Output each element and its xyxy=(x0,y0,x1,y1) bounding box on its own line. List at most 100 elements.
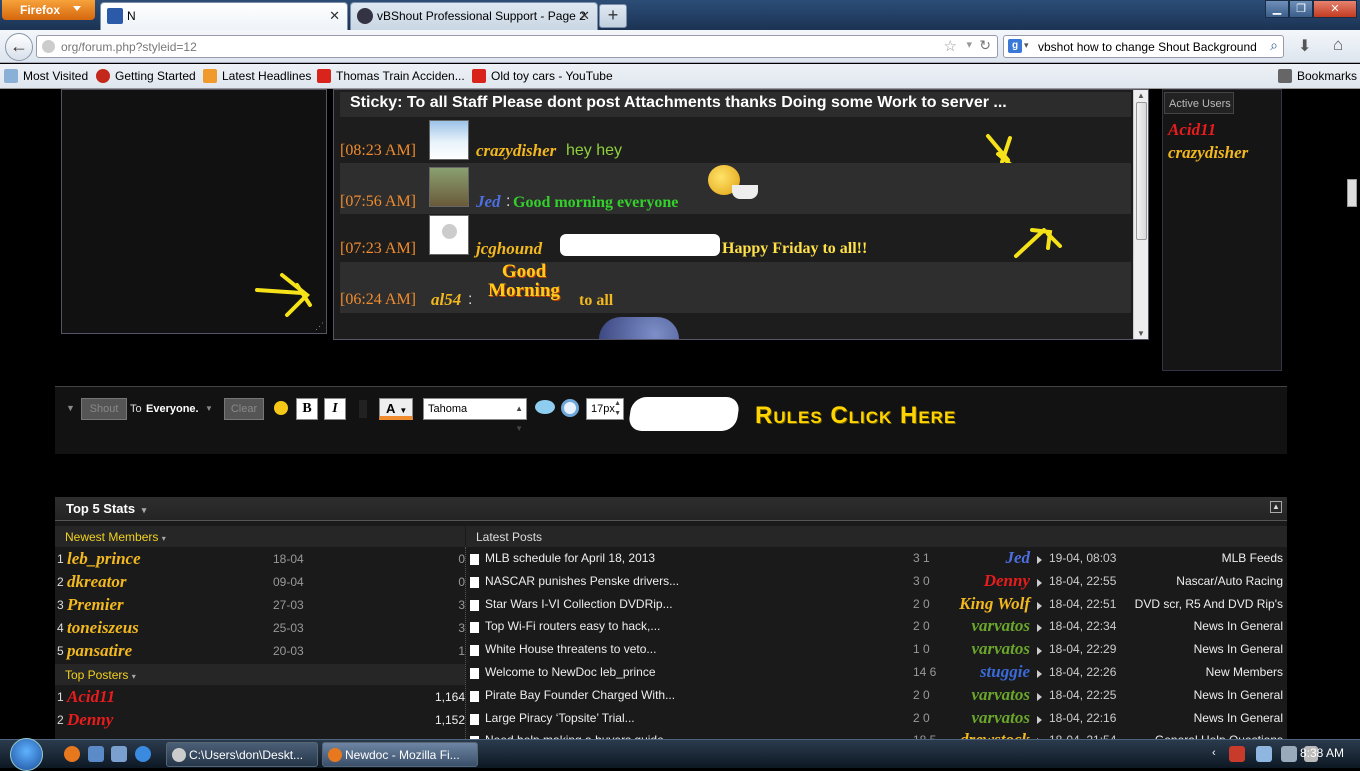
bookmark-latest-headlines[interactable]: Latest Headlines xyxy=(203,69,311,83)
bookmark-getting-started[interactable]: Getting Started xyxy=(96,69,196,83)
shout-username[interactable]: al54 xyxy=(431,290,461,310)
start-button[interactable] xyxy=(10,738,43,771)
rules-link[interactable]: Rules Click Here xyxy=(755,402,956,430)
shout-username[interactable]: Jed xyxy=(476,192,501,212)
show-desktop-icon[interactable] xyxy=(88,746,104,762)
bookmark-old-toy-cars[interactable]: Old toy cars - YouTube xyxy=(472,69,613,83)
close-window-button[interactable]: ✕ xyxy=(1313,0,1357,18)
go-to-post-icon[interactable] xyxy=(1037,647,1042,656)
system-clock[interactable]: 8:38 AM xyxy=(1300,746,1344,760)
top-posters-header[interactable]: Top Posters ▾ xyxy=(55,664,465,685)
post-title-link[interactable]: Pirate Bay Founder Charged With... xyxy=(485,688,675,702)
page-scrollbar[interactable] xyxy=(1343,89,1360,739)
poster-name[interactable]: Acid11 xyxy=(67,687,115,707)
chevron-down-icon[interactable]: ▼ xyxy=(66,403,75,413)
shout-username[interactable]: crazydisher xyxy=(476,141,556,161)
post-author[interactable]: varvatos xyxy=(971,685,1030,705)
avatar[interactable] xyxy=(429,215,469,255)
clear-button[interactable]: Clear xyxy=(224,398,264,420)
member-name[interactable]: leb_prince xyxy=(67,549,141,569)
forum-link[interactable]: News In General xyxy=(1194,711,1283,725)
forum-link[interactable]: News In General xyxy=(1194,688,1283,702)
chevron-down-icon[interactable]: ▼ xyxy=(205,404,213,413)
bookmark-star-icon[interactable]: ☆ xyxy=(944,37,957,55)
bookmark-most-visited[interactable]: Most Visited xyxy=(4,69,88,83)
taskbar-item-firefox[interactable]: Newdoc - Mozilla Fi... xyxy=(322,742,478,767)
forum-link[interactable]: News In General xyxy=(1194,642,1283,656)
google-icon[interactable]: g xyxy=(1008,39,1022,53)
shoutbox-scrollbar[interactable]: ▲ ▼ xyxy=(1133,90,1148,339)
chevron-down-icon[interactable]: ▾ xyxy=(1024,40,1029,51)
font-family-select[interactable]: Tahoma ▲ ▼ xyxy=(423,398,527,433)
post-author[interactable]: varvatos xyxy=(971,708,1030,728)
member-name[interactable]: dkreator xyxy=(67,572,127,592)
post-author[interactable]: stuggie xyxy=(980,662,1030,682)
page-scrollbar-thumb[interactable] xyxy=(1347,179,1357,207)
go-to-post-icon[interactable] xyxy=(1037,556,1042,564)
url-bar[interactable]: org/forum.php?styleid=12 ☆ ▾ ↻ xyxy=(36,35,998,58)
reload-icon[interactable]: ↻ xyxy=(979,37,991,54)
chevron-down-icon[interactable]: ▾ xyxy=(142,505,147,515)
shout-button[interactable]: Shout xyxy=(81,398,127,420)
home-icon[interactable]: ⌂ xyxy=(1333,35,1343,55)
active-users-title[interactable]: Active Users xyxy=(1164,92,1234,114)
forum-link[interactable]: Nascar/Auto Racing xyxy=(1176,574,1283,588)
post-author[interactable]: Denny xyxy=(984,571,1030,591)
minimize-button[interactable]: ▁ xyxy=(1265,0,1289,18)
resize-grip-icon[interactable]: ⋰ xyxy=(315,321,324,332)
forum-link[interactable]: DVD scr, R5 And DVD Rip's xyxy=(1135,597,1283,611)
refresh-icon[interactable] xyxy=(561,399,579,417)
active-user[interactable]: Acid11 xyxy=(1168,120,1216,140)
bold-button[interactable]: B xyxy=(296,398,318,420)
smilies-icon[interactable] xyxy=(274,401,288,415)
chevron-left-icon[interactable]: ‹ xyxy=(1212,747,1216,759)
download-icon[interactable]: ⬇ xyxy=(1298,36,1311,56)
active-user[interactable]: crazydisher xyxy=(1168,143,1248,163)
switch-windows-icon[interactable] xyxy=(111,746,127,762)
scroll-up-icon[interactable]: ▲ xyxy=(1137,91,1145,100)
internet-explorer-icon[interactable] xyxy=(135,746,151,762)
site-identity-icon[interactable] xyxy=(42,40,55,53)
speech-bubble-icon[interactable] xyxy=(535,400,555,414)
volume-icon[interactable] xyxy=(1281,746,1297,762)
post-author[interactable]: varvatos xyxy=(971,639,1030,659)
go-to-post-icon[interactable] xyxy=(1037,578,1042,587)
scroll-down-icon[interactable]: ▼ xyxy=(1137,329,1145,338)
font-color-button[interactable]: A ▼ xyxy=(379,398,413,420)
back-button[interactable]: ← xyxy=(5,33,33,61)
magnifier-icon[interactable]: ⌕ xyxy=(1270,37,1278,54)
shout-target[interactable]: Everyone. xyxy=(146,403,199,415)
collapse-icon[interactable]: ▲ xyxy=(1270,501,1282,513)
post-title-link[interactable]: Large Piracy ‘Topsite’ Trial... xyxy=(485,711,635,725)
tray-app-icon[interactable] xyxy=(1229,746,1245,762)
go-to-post-icon[interactable] xyxy=(1037,670,1042,678)
go-to-post-icon[interactable] xyxy=(1037,715,1042,724)
history-dropdown-icon[interactable]: ▾ xyxy=(966,38,972,51)
font-size-select[interactable]: 17px ▲ ▼ xyxy=(586,398,624,420)
post-author[interactable]: varvatos xyxy=(971,616,1030,636)
member-name[interactable]: toneiszeus xyxy=(67,618,139,638)
post-title-link[interactable]: MLB schedule for April 18, 2013 xyxy=(485,551,655,565)
forum-link[interactable]: New Members xyxy=(1206,665,1283,679)
maximize-button[interactable]: ❐ xyxy=(1289,0,1313,18)
close-tab-icon[interactable]: ✕ xyxy=(329,8,340,24)
new-tab-button[interactable]: + xyxy=(599,4,627,28)
firefox-menu-button[interactable]: Firefox xyxy=(2,0,95,20)
post-title-link[interactable]: White House threatens to veto... xyxy=(485,642,656,656)
tab-forum[interactable]: N ✕ xyxy=(100,2,348,30)
avatar[interactable] xyxy=(429,120,469,160)
poster-name[interactable]: Denny xyxy=(67,710,113,730)
forum-link[interactable]: MLB Feeds xyxy=(1222,551,1283,565)
forum-link[interactable]: News In General xyxy=(1194,619,1283,633)
shout-username[interactable]: jcghound xyxy=(476,239,542,259)
post-title-link[interactable]: Top Wi-Fi routers easy to hack,... xyxy=(485,619,660,633)
go-to-post-icon[interactable] xyxy=(1037,692,1042,701)
search-bar[interactable]: g ▾ vbshot how to change Shout Backgroun… xyxy=(1003,35,1284,58)
go-to-post-icon[interactable] xyxy=(1037,624,1042,633)
newest-members-header[interactable]: Newest Members ▾ xyxy=(55,526,465,547)
scrollbar-thumb[interactable] xyxy=(1136,102,1147,240)
go-to-post-icon[interactable] xyxy=(1037,601,1042,610)
bookmarks-menu-button[interactable]: Bookmarks xyxy=(1278,69,1357,83)
post-author[interactable]: Jed xyxy=(1005,548,1030,568)
post-title-link[interactable]: NASCAR punishes Penske drivers... xyxy=(485,574,679,588)
